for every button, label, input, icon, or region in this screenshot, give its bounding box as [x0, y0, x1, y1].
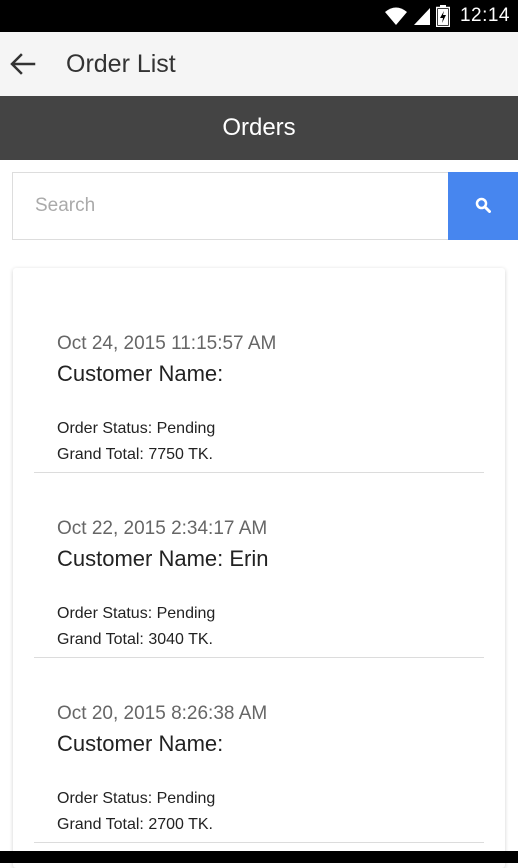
order-item[interactable]: Oct 22, 2015 2:34:17 AM Customer Name: E…	[34, 472, 484, 658]
order-list: Oct 24, 2015 11:15:57 AM Customer Name: …	[13, 268, 505, 868]
customer-name: Customer Name:	[57, 731, 224, 756]
order-date: Oct 22, 2015 2:34:17 AM	[57, 518, 268, 539]
section-title: Orders	[222, 114, 296, 141]
order-status: Order Status: Pending	[57, 605, 216, 622]
order-status: Order Status: Pending	[57, 420, 216, 437]
status-icons: 12:14	[384, 0, 510, 32]
grand-total: Grand Total: 2700 TK.	[57, 816, 213, 833]
order-date: Oct 24, 2015 11:15:57 AM	[57, 333, 277, 354]
arrow-left-icon[interactable]	[8, 49, 38, 79]
wifi-icon	[384, 6, 408, 26]
order-item[interactable]: Oct 24, 2015 11:15:57 AM Customer Name: …	[34, 287, 484, 473]
battery-charging-icon	[435, 5, 450, 27]
navigation-bar	[0, 851, 518, 863]
customer-name: Customer Name: Erin	[57, 546, 269, 571]
search-input[interactable]	[12, 172, 448, 240]
grand-total: Grand Total: 3040 TK.	[57, 631, 213, 648]
search-icon	[475, 197, 491, 216]
grand-total: Grand Total: 7750 TK.	[57, 446, 213, 463]
status-time: 12:14	[459, 5, 510, 26]
order-status: Order Status: Pending	[57, 790, 216, 807]
customer-name: Customer Name:	[57, 361, 224, 386]
search-bar	[12, 172, 518, 240]
section-header: Orders	[0, 96, 518, 160]
app-bar: Order List	[0, 32, 518, 96]
status-bar: 12:14	[0, 0, 518, 32]
order-item[interactable]: Oct 20, 2015 8:26:38 AM Customer Name: O…	[34, 657, 484, 843]
page-title: Order List	[66, 49, 176, 78]
search-button[interactable]	[448, 172, 518, 240]
order-date: Oct 20, 2015 8:26:38 AM	[57, 703, 268, 724]
signal-icon	[412, 6, 432, 26]
